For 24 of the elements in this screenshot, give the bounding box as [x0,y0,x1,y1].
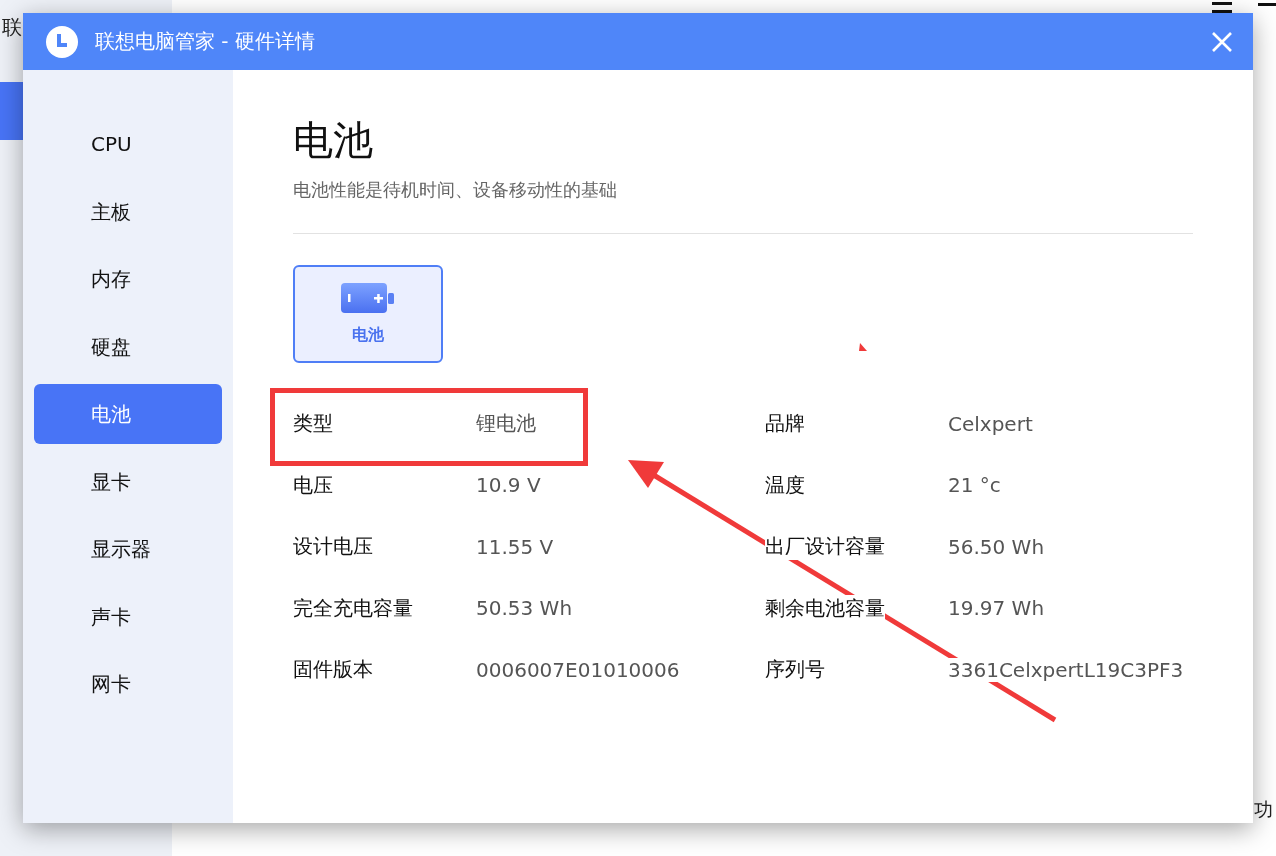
menu-icon[interactable] [1212,2,1234,16]
spec-value: 3361CelxpertL19C3PF3 [948,657,1184,682]
background-text: 联 [2,14,22,41]
window-title: 联想电脑管家 - 硬件详情 [95,28,316,55]
sidebar-item[interactable]: 显卡 [34,451,222,512]
sidebar-item[interactable]: 内存 [34,249,222,309]
sidebar-item[interactable]: 网卡 [34,654,222,714]
sidebar-item[interactable]: 声卡 [34,586,222,647]
sidebar-item[interactable]: 电池 [34,384,222,444]
close-icon[interactable] [1211,30,1233,53]
logo-icon [45,24,79,59]
minimize-icon[interactable] [1258,3,1276,7]
sidebar-item[interactable]: CPU [34,114,222,174]
spec-label: 出厂设计容量 [765,533,885,561]
sidebar-item[interactable]: 显示器 [34,519,222,579]
battery-icon [341,282,395,313]
device-tab[interactable]: 电池 [293,265,443,363]
background-text: 功 [1254,797,1273,822]
annotation-mark [859,343,867,351]
sidebar-item[interactable]: 硬盘 [34,316,222,377]
sidebar-item[interactable]: 主板 [34,181,222,242]
spec-label: 剩余电池容量 [765,594,885,622]
page-subtitle: 电池性能是待机时间、设备移动性的基础 [293,178,618,202]
page-heading: 电池 [293,116,374,164]
